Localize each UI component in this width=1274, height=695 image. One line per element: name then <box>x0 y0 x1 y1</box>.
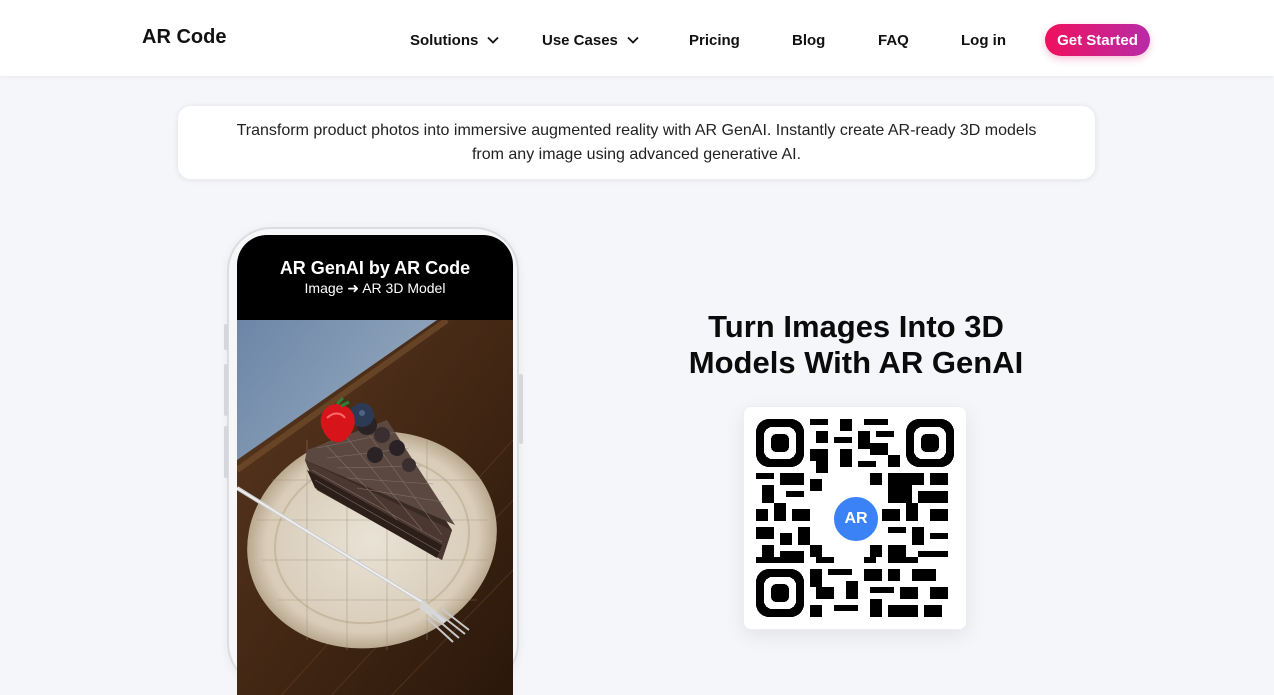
nav-blog[interactable]: Blog <box>792 31 825 49</box>
chevron-down-icon <box>487 36 499 44</box>
chevron-down-icon <box>627 36 639 44</box>
hero-title: Turn Images Into 3D Models With AR GenAI <box>688 308 1024 380</box>
phone-side-button <box>224 364 228 416</box>
nav-use-cases[interactable]: Use Cases <box>542 31 640 49</box>
phone-screen-title: AR GenAI by AR Code <box>279 258 471 278</box>
phone-screen-subtitle: Image ➜ AR 3D Model <box>304 280 446 296</box>
intro-banner: Transform product photos into immersive … <box>177 105 1096 180</box>
qr-code-card[interactable]: AR <box>743 406 967 630</box>
phone-power-button <box>519 374 523 444</box>
nav-solutions[interactable]: Solutions <box>410 31 500 49</box>
nav-pricing[interactable]: Pricing <box>689 31 740 49</box>
qr-badge: AR <box>830 493 882 545</box>
brand-logo[interactable]: AR Code <box>142 26 226 49</box>
top-navigation-bar: AR Code Solutions Use Cases Pricing Blog… <box>0 0 1274 76</box>
nav-solutions-label: Solutions <box>410 31 479 49</box>
phone-mockup: AR GenAI by AR Code Image ➜ AR 3D Model <box>224 227 523 695</box>
wireframe-cake-slice-image <box>237 320 513 695</box>
phone-side-button <box>224 426 228 478</box>
nav-use-cases-label: Use Cases <box>542 31 618 49</box>
phone-side-button <box>224 324 228 350</box>
phone-screen: AR GenAI by AR Code Image ➜ AR 3D Model <box>237 235 513 695</box>
get-started-button[interactable]: Get Started <box>1045 24 1150 56</box>
nav-log-in[interactable]: Log in <box>961 31 1006 49</box>
nav-faq[interactable]: FAQ <box>878 31 909 49</box>
intro-text: Transform product photos into immersive … <box>236 121 1037 163</box>
